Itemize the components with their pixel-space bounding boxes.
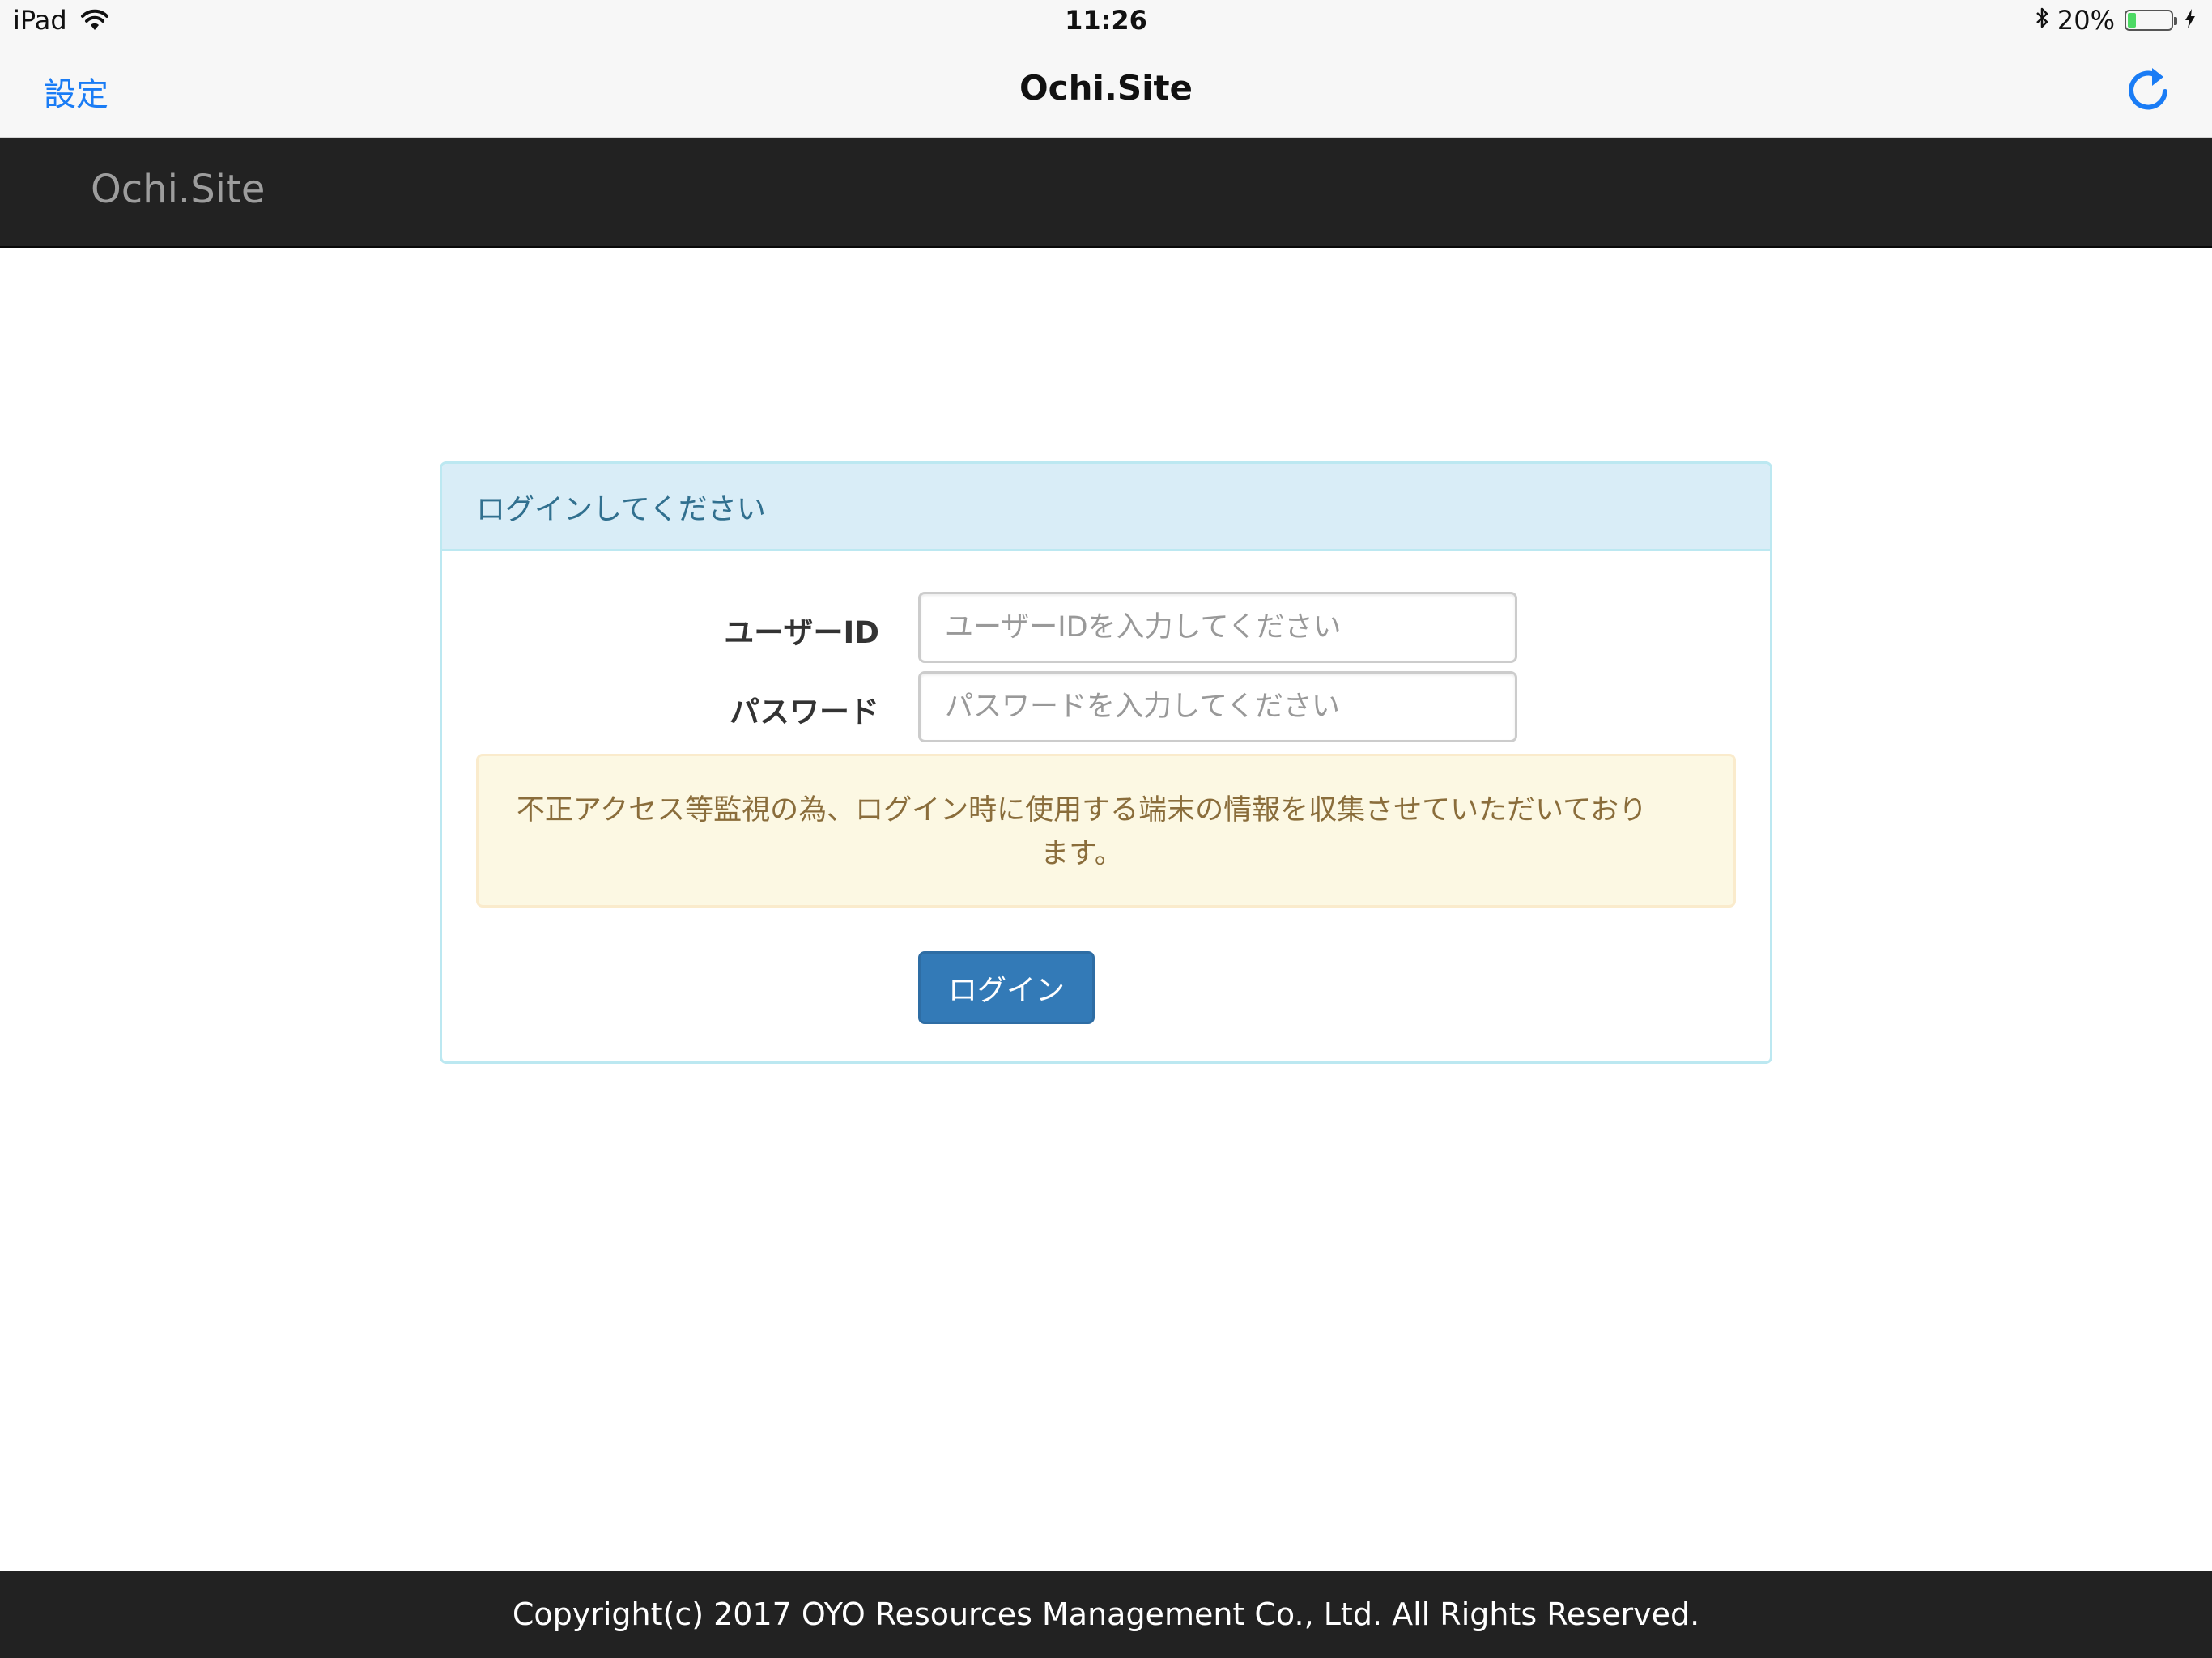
- status-time: 11:26: [1065, 5, 1147, 36]
- battery-percent: 20%: [2057, 5, 2115, 36]
- password-row: パスワード: [442, 671, 1770, 742]
- password-input[interactable]: [918, 671, 1517, 742]
- footer: Copyright(c) 2017 OYO Resources Manageme…: [0, 1571, 2212, 1658]
- bluetooth-icon: [2035, 5, 2049, 36]
- password-label: パスワード: [730, 695, 879, 729]
- bolt-icon: [2184, 5, 2196, 36]
- user-id-input[interactable]: [918, 592, 1517, 663]
- user-id-label: ユーザーID: [724, 615, 879, 650]
- nav-bar: 設定 Ochi.Site: [0, 44, 2212, 138]
- site-brand[interactable]: Ochi.Site: [91, 167, 265, 212]
- battery-icon: [2125, 10, 2177, 31]
- copyright-text: Copyright(c) 2017 OYO Resources Manageme…: [512, 1596, 1700, 1632]
- panel-title: ログインしてください: [442, 464, 1770, 551]
- status-bar: iPad 11:26 20%: [0, 0, 2212, 44]
- notice-alert: 不正アクセス等監視の為、ログイン時に使用する端末の情報を収集させていただいており…: [476, 754, 1736, 908]
- site-header: Ochi.Site: [0, 138, 2212, 248]
- battery-level: [2128, 13, 2136, 28]
- nav-title: Ochi.Site: [1019, 68, 1193, 108]
- user-id-row: ユーザーID: [442, 592, 1770, 663]
- refresh-icon[interactable]: [2123, 65, 2173, 115]
- status-right: 20%: [2027, 5, 2196, 36]
- login-panel: ログインしてください ユーザーID パスワード 不正アクセス等監視の為、ログイン…: [440, 461, 1772, 1064]
- login-button[interactable]: ログイン: [918, 951, 1095, 1024]
